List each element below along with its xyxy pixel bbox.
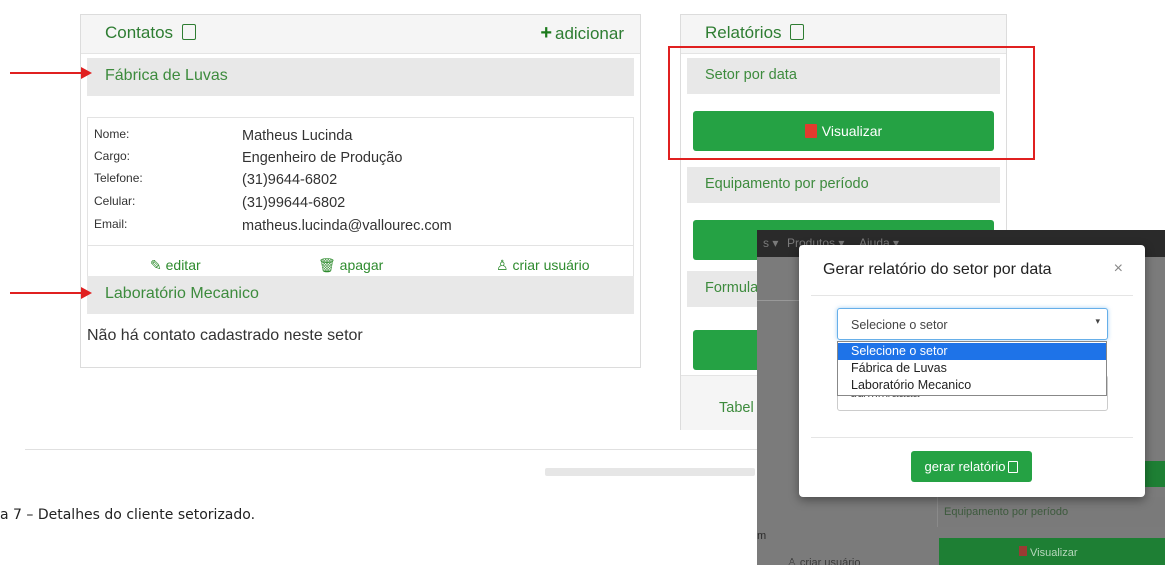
field-value-nome: Matheus Lucinda (242, 128, 353, 144)
field-value-celular: (31)99644-6802 (242, 195, 346, 211)
close-icon[interactable]: × (1114, 260, 1123, 278)
add-contact-link[interactable]: + adicionar (540, 22, 624, 45)
report-label: Tabel (719, 400, 754, 416)
arrow-laboratorio (10, 287, 92, 299)
dropdown-option[interactable]: Selecione o setor (838, 343, 1106, 360)
field-label-celular: Celular: (94, 194, 136, 208)
contacts-panel: Contatos + adicionar Fábrica de Luvas Nom… (80, 14, 641, 368)
reports-title: Relatórios (705, 23, 782, 42)
document-icon (1008, 461, 1019, 473)
edit-contact-link[interactable]: ✎ editar (150, 257, 201, 274)
field-label-nome: Nome: (94, 127, 130, 141)
background-create-user: ♙ criar usuário (787, 557, 861, 565)
field-label-email: Email: (94, 217, 128, 231)
modal-title: Gerar relatório do setor por data (823, 261, 1052, 278)
field-value-telefone: (31)9644-6802 (242, 172, 338, 188)
dropdown-caret-icon: ▾ (1095, 316, 1100, 326)
create-user-link[interactable]: ♙ criar usuário (496, 257, 589, 274)
highlight-box (668, 46, 1035, 160)
user-icon: ♙ (496, 257, 509, 273)
modal-header-divider (811, 295, 1133, 296)
delete-contact-link[interactable]: 🗑 apagar (318, 257, 383, 274)
plus-icon: + (540, 22, 552, 44)
background-visualizar-button: Visualizar (939, 538, 1165, 565)
background-text-fragment: m (757, 530, 767, 542)
add-label: adicionar (555, 24, 624, 43)
field-label-telefone: Telefone: (94, 171, 143, 185)
empty-sector-message: Não há contato cadastrado neste setor (87, 327, 363, 344)
pdf-icon (1019, 546, 1027, 556)
contacts-header: Contatos + adicionar (81, 15, 640, 54)
sector-dropdown-list: Selecione o setor Fábrica de Luvas Labor… (837, 341, 1107, 396)
background-sector-label: Equipamento por período (944, 506, 1069, 518)
edit-icon: ✎ (150, 257, 162, 273)
sector-name: Fábrica de Luvas (105, 67, 228, 84)
report-item-equipamento: Equipamento por período (687, 167, 1000, 203)
sector-header-laboratorio[interactable]: Laboratório Mecanico (87, 276, 634, 314)
sector-name: Laboratório Mecanico (105, 285, 259, 302)
contact-card: Nome: Matheus Lucinda Cargo: Engenheiro … (87, 117, 634, 284)
contacts-title: Contatos (105, 23, 174, 42)
contact-card-icon (181, 24, 196, 40)
field-value-cargo: Engenheiro de Produção (242, 150, 403, 166)
report-label: Formula (705, 280, 759, 296)
footer-blurred-text (545, 468, 755, 476)
nav-item: s ▾ (763, 236, 779, 250)
dropdown-option[interactable]: Laboratório Mecanico (838, 377, 1106, 394)
generate-report-button[interactable]: gerar relatório (911, 451, 1032, 482)
dropdown-option[interactable]: Fábrica de Luvas (838, 360, 1106, 377)
sector-select[interactable]: Selecione o setor ▾ (837, 308, 1108, 340)
trash-icon: 🗑 (318, 257, 336, 273)
footer-divider (25, 449, 760, 450)
report-label: Equipamento por período (705, 176, 869, 192)
figure-caption: a 7 – Detalhes do cliente setorizado. (0, 507, 256, 523)
report-modal: Gerar relatório do setor por data × dd/m… (799, 245, 1145, 497)
field-value-email: matheus.lucinda@vallourec.com (242, 218, 452, 234)
document-icon (790, 24, 805, 40)
sector-header-fabrica[interactable]: Fábrica de Luvas (87, 58, 634, 96)
field-label-cargo: Cargo: (94, 149, 131, 163)
arrow-fabrica (10, 67, 92, 79)
modal-footer-divider (811, 437, 1133, 438)
